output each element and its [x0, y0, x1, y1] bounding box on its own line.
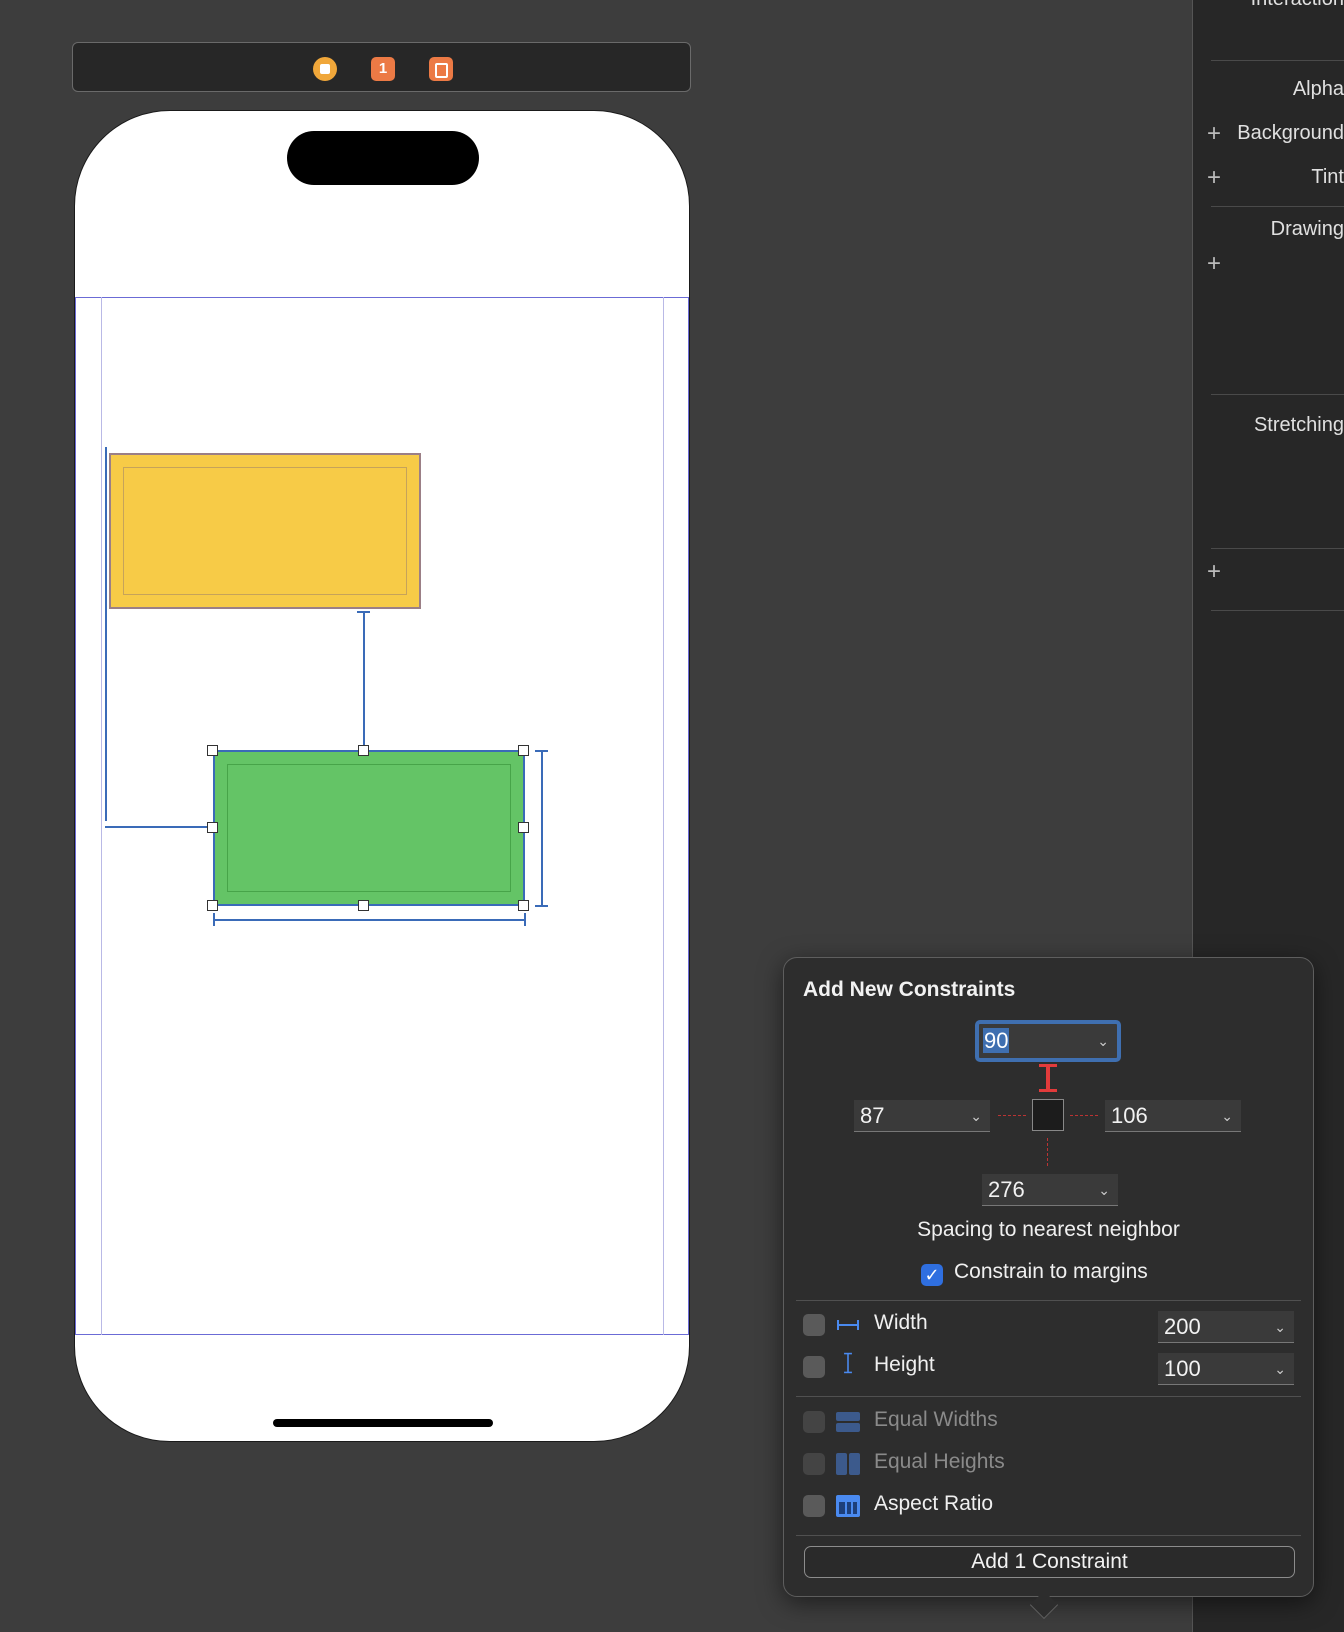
height-constraint-cap-top	[535, 750, 548, 752]
height-label: Height	[874, 1353, 935, 1376]
bottom-strut-icon[interactable]	[1047, 1138, 1048, 1166]
inspector-divider	[1211, 394, 1344, 395]
resize-handle-left[interactable]	[207, 822, 218, 833]
resize-handle-bottom-left[interactable]	[207, 900, 218, 911]
device-canvas[interactable]	[74, 110, 690, 1442]
height-checkbox[interactable]	[803, 1356, 825, 1378]
vertical-spacing-constraint-line[interactable]	[363, 611, 365, 750]
leading-spacing-field[interactable]: 87 ⌄	[854, 1100, 990, 1132]
inspector-label-tint: Tint	[1311, 166, 1344, 188]
resize-handle-top-right[interactable]	[518, 745, 529, 756]
constrain-to-margins-checkbox[interactable]: ✓	[921, 1264, 943, 1286]
add-variation-icon[interactable]: +	[1207, 122, 1221, 146]
constraint-target-box	[1032, 1099, 1064, 1131]
add-constraint-button[interactable]: Add 1 Constraint	[804, 1546, 1295, 1578]
trailing-spacing-value: 106	[1111, 1103, 1148, 1128]
resize-handle-right[interactable]	[518, 822, 529, 833]
chevron-down-icon[interactable]: ⌄	[1274, 1311, 1286, 1343]
green-view[interactable]	[213, 750, 525, 906]
width-label: Width	[874, 1311, 928, 1334]
add-variation-icon[interactable]: +	[1207, 166, 1221, 190]
add-variation-icon[interactable]: +	[1207, 560, 1221, 584]
exit-icon[interactable]	[429, 57, 453, 81]
width-value: 200	[1164, 1314, 1201, 1339]
add-constraints-popover: Add New Constraints 90 ⌄ 87 ⌄ 106 ⌄ 276 …	[783, 957, 1314, 1597]
resize-handle-bottom[interactable]	[358, 900, 369, 911]
aspect-ratio-icon	[836, 1495, 860, 1517]
top-strut-icon[interactable]	[1039, 1064, 1057, 1092]
constrain-to-margins-label: Constrain to margins	[954, 1260, 1148, 1283]
height-value-field[interactable]: 100 ⌄	[1158, 1353, 1294, 1385]
home-indicator	[273, 1419, 493, 1427]
equal-widths-icon	[836, 1412, 860, 1432]
leading-margin-guide	[101, 297, 102, 1335]
width-constraint-line[interactable]	[213, 919, 525, 921]
width-constraint-cap-left	[213, 913, 215, 926]
first-responder-icon[interactable]: 1	[371, 57, 395, 81]
inspector-label-drawing: Drawing	[1270, 218, 1344, 240]
resize-handle-top[interactable]	[358, 745, 369, 756]
resize-handle-top-left[interactable]	[207, 745, 218, 756]
resize-handle-bottom-right[interactable]	[518, 900, 529, 911]
height-icon	[844, 1352, 852, 1374]
inspector-divider	[1211, 206, 1344, 207]
bottom-spacing-field[interactable]: 276 ⌄	[982, 1174, 1118, 1206]
inspector-label-alpha: Alpha	[1292, 78, 1344, 100]
leading-constraint-line[interactable]	[105, 826, 213, 828]
chevron-down-icon[interactable]: ⌄	[1098, 1174, 1110, 1206]
chevron-down-icon[interactable]: ⌄	[1274, 1353, 1286, 1385]
equal-heights-label: Equal Heights	[874, 1450, 1005, 1473]
popover-title: Add New Constraints	[803, 978, 1016, 1001]
dynamic-island	[287, 131, 479, 185]
chevron-down-icon[interactable]: ⌄	[970, 1100, 982, 1132]
yellow-view[interactable]	[109, 453, 421, 609]
width-constraint-cap-right	[524, 913, 526, 926]
inspector-label-interaction: Interaction	[1251, 0, 1344, 11]
aspect-ratio-checkbox[interactable]	[803, 1495, 825, 1517]
popover-divider	[796, 1535, 1301, 1536]
inspector-divider	[1211, 610, 1344, 611]
width-value-field[interactable]: 200 ⌄	[1158, 1311, 1294, 1343]
height-constraint-cap-bottom	[535, 905, 548, 907]
aspect-ratio-label: Aspect Ratio	[874, 1492, 994, 1515]
equal-heights-icon	[836, 1453, 860, 1475]
spacing-caption: Spacing to nearest neighbor	[917, 1218, 1180, 1241]
popover-divider	[796, 1396, 1301, 1397]
width-checkbox[interactable]	[803, 1314, 825, 1336]
width-icon	[837, 1320, 859, 1330]
height-constraint-line[interactable]	[541, 750, 543, 906]
trailing-margin-guide	[663, 297, 664, 1335]
trailing-strut-icon[interactable]	[1070, 1115, 1098, 1116]
chevron-down-icon[interactable]: ⌄	[1097, 1024, 1109, 1058]
scene-dock: 1	[72, 42, 691, 92]
leading-spacing-value: 87	[860, 1103, 885, 1128]
inspector-divider	[1211, 60, 1344, 61]
popover-divider	[796, 1300, 1301, 1301]
inspector-label-background: Background	[1237, 122, 1344, 144]
add-variation-icon[interactable]: +	[1207, 252, 1221, 276]
top-spacing-field[interactable]: 90 ⌄	[975, 1020, 1121, 1062]
equal-heights-checkbox	[803, 1453, 825, 1475]
top-spacing-value: 90	[983, 1028, 1010, 1053]
view-controller-icon[interactable]	[313, 57, 337, 81]
leading-constraint-vertical-guide[interactable]	[105, 447, 107, 821]
trailing-spacing-field[interactable]: 106 ⌄	[1105, 1100, 1241, 1132]
equal-widths-label: Equal Widths	[874, 1408, 998, 1431]
yellow-view-content-frame	[123, 467, 407, 595]
green-view-content-frame	[227, 764, 511, 892]
bottom-spacing-value: 276	[988, 1177, 1025, 1202]
chevron-down-icon[interactable]: ⌄	[1221, 1100, 1233, 1132]
leading-strut-icon[interactable]	[998, 1115, 1026, 1116]
inspector-divider	[1211, 548, 1344, 549]
vertical-spacing-constraint-cap	[357, 611, 370, 613]
equal-widths-checkbox	[803, 1411, 825, 1433]
height-value: 100	[1164, 1356, 1201, 1381]
inspector-label-stretching: Stretching	[1253, 414, 1344, 436]
